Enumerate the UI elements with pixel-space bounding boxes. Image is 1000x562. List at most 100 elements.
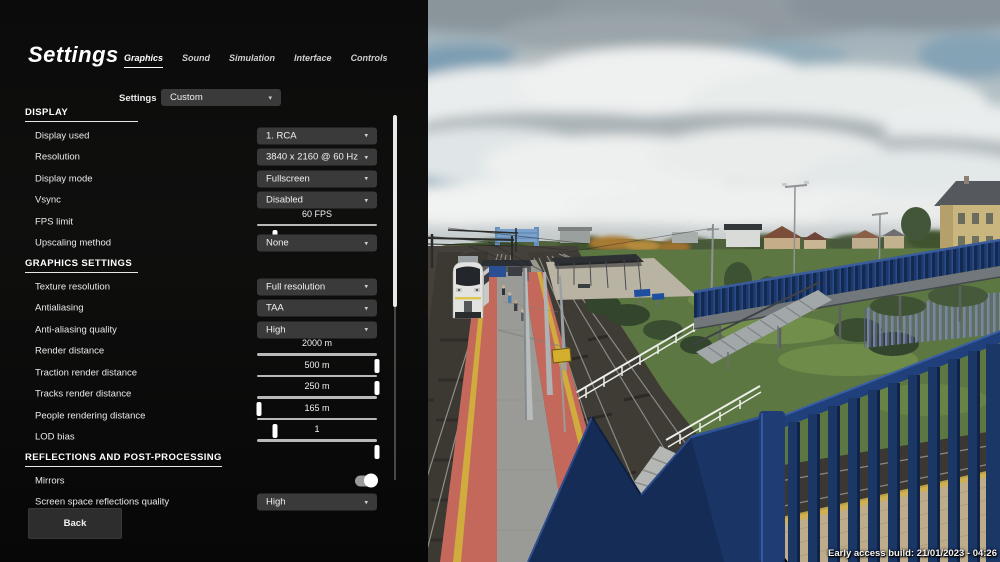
dropdown-value: None [266, 238, 289, 249]
tab-simulation[interactable]: Simulation [229, 53, 275, 68]
section-header: REFLECTIONS AND POST-PROCESSING [25, 451, 392, 467]
settings-list: DISPLAYDisplay used1. RCA▾Resolution3840… [0, 103, 392, 513]
setting-control: 3840 x 2160 @ 60 Hz▾ [257, 149, 377, 166]
setting-label: FPS limit [35, 216, 73, 227]
settings-panel: Settings GraphicsSoundSimulationInterfac… [0, 0, 428, 562]
dropdown-value: Full resolution [266, 281, 325, 292]
caret-down-icon: ▾ [364, 132, 368, 140]
caret-down-icon: ▾ [364, 153, 368, 161]
preset-dropdown-value: Custom [170, 92, 203, 103]
settings-row-lod-bias: LOD bias 1 [0, 427, 392, 449]
setting-label: People rendering distance [35, 410, 145, 421]
setting-label: LOD bias [35, 432, 75, 443]
dropdown-value: Fullscreen [266, 173, 310, 184]
setting-label: Render distance [35, 346, 104, 357]
dropdown-value: 1. RCA [266, 130, 297, 141]
settings-row-resolution: Resolution 3840 x 2160 @ 60 Hz▾ [0, 147, 392, 169]
settings-row-antialiasing: Antialiasing TAA ▾ [0, 298, 392, 320]
tab-graphics[interactable]: Graphics [124, 53, 163, 68]
slider-tracks-render-distance: 250 m [257, 384, 377, 404]
caret-down-icon: ▾ [364, 498, 368, 506]
settings-row-texture-resolution: Texture resolution Full resolution ▾ [0, 276, 392, 298]
setting-control: 1 [257, 427, 377, 447]
settings-row-fps-limit: FPS limit 60 FPS [0, 211, 392, 233]
slider-track[interactable] [257, 396, 377, 399]
dropdown-display-used[interactable]: 1. RCA ▾ [257, 127, 377, 144]
setting-label: Vsync [35, 195, 61, 206]
settings-tabs: Graphics Sound Simulation Interface Controls [124, 53, 388, 68]
slider-value: 250 m [257, 381, 377, 391]
slider-value: 60 FPS [257, 209, 377, 219]
dropdown-display-mode[interactable]: Fullscreen ▾ [257, 170, 377, 187]
setting-label: Display mode [35, 173, 93, 184]
slider-track[interactable] [257, 353, 377, 356]
section-header: DISPLAY [25, 106, 392, 122]
caret-down-icon: ▾ [364, 239, 368, 247]
setting-control: High ▾ [257, 321, 377, 338]
setting-label: Antialiasing [35, 303, 84, 314]
setting-control: Disabled ▾ [257, 192, 377, 209]
slider-value: 165 m [257, 403, 377, 413]
dropdown-value: TAA [266, 303, 284, 314]
dropdown-value: High [266, 497, 286, 508]
section-title: DISPLAY [25, 108, 138, 122]
section-header: GRAPHICS SETTINGS [25, 257, 392, 273]
slider-track[interactable] [257, 418, 377, 421]
setting-label: Texture resolution [35, 281, 110, 292]
setting-control: Fullscreen ▾ [257, 170, 377, 187]
setting-label: Resolution [35, 152, 80, 163]
tab-sound[interactable]: Sound [182, 53, 210, 68]
setting-label: Screen space reflections quality [35, 497, 169, 508]
dropdown-anti-aliasing-quality[interactable]: High ▾ [257, 321, 377, 338]
slider-render-distance: 2000 m [257, 341, 377, 361]
setting-label: Traction render distance [35, 367, 137, 378]
caret-down-icon: ▾ [364, 283, 368, 291]
dropdown-vsync[interactable]: Disabled ▾ [257, 192, 377, 209]
setting-label: Upscaling method [35, 238, 111, 249]
dropdown-antialiasing[interactable]: TAA ▾ [257, 300, 377, 317]
setting-control: 250 m [257, 384, 377, 404]
setting-control: 165 m [257, 406, 377, 426]
caret-down-icon: ▾ [364, 196, 368, 204]
setting-label: Mirrors [35, 475, 65, 486]
dropdown-upscaling-method[interactable]: None ▾ [257, 235, 377, 252]
dropdown-resolution[interactable]: 3840 x 2160 @ 60 Hz▾ [257, 149, 377, 166]
dropdown-value: Disabled [266, 195, 303, 206]
setting-label: Tracks render distance [35, 389, 131, 400]
dropdown-screen-space-reflections-quality[interactable]: High ▾ [257, 494, 377, 511]
slider-people-rendering-distance: 165 m [257, 406, 377, 426]
toggle-mirrors[interactable] [355, 475, 377, 486]
slider-handle[interactable] [375, 445, 380, 459]
slider-track[interactable] [257, 375, 377, 378]
setting-control: 60 FPS [257, 212, 377, 232]
setting-control: Full resolution ▾ [257, 278, 377, 295]
slider-value: 1 [257, 424, 377, 434]
slider-fps-limit: 60 FPS [257, 212, 377, 232]
settings-row-display-mode: Display mode Fullscreen ▾ [0, 168, 392, 190]
tab-controls[interactable]: Controls [351, 53, 388, 68]
setting-control: None ▾ [257, 235, 377, 252]
section-title: REFLECTIONS AND POST-PROCESSING [25, 453, 222, 467]
dropdown-texture-resolution[interactable]: Full resolution ▾ [257, 278, 377, 295]
scrollbar-thumb[interactable] [393, 115, 397, 307]
settings-row-display-used: Display used1. RCA▾ [0, 125, 392, 147]
dropdown-value: High [266, 324, 286, 335]
slider-value: 2000 m [257, 338, 377, 348]
setting-control [257, 475, 377, 486]
build-version-text: Early access build: 21/01/2023 - 04:26 [828, 548, 997, 559]
toggle-knob [364, 474, 378, 488]
slider-lod-bias: 1 [257, 427, 377, 447]
back-button[interactable]: Back [28, 508, 122, 539]
slider-track[interactable] [257, 224, 377, 227]
slider-track[interactable] [257, 439, 377, 442]
caret-down-icon: ▾ [268, 94, 272, 102]
section-title: GRAPHICS SETTINGS [25, 259, 138, 273]
game-scene [428, 0, 1000, 562]
caret-down-icon: ▾ [364, 175, 368, 183]
caret-down-icon: ▾ [364, 304, 368, 312]
slider-value: 500 m [257, 360, 377, 370]
setting-control: 2000 m [257, 341, 377, 361]
tab-interface[interactable]: Interface [294, 53, 332, 68]
setting-control: TAA ▾ [257, 300, 377, 317]
caret-down-icon: ▾ [364, 326, 368, 334]
